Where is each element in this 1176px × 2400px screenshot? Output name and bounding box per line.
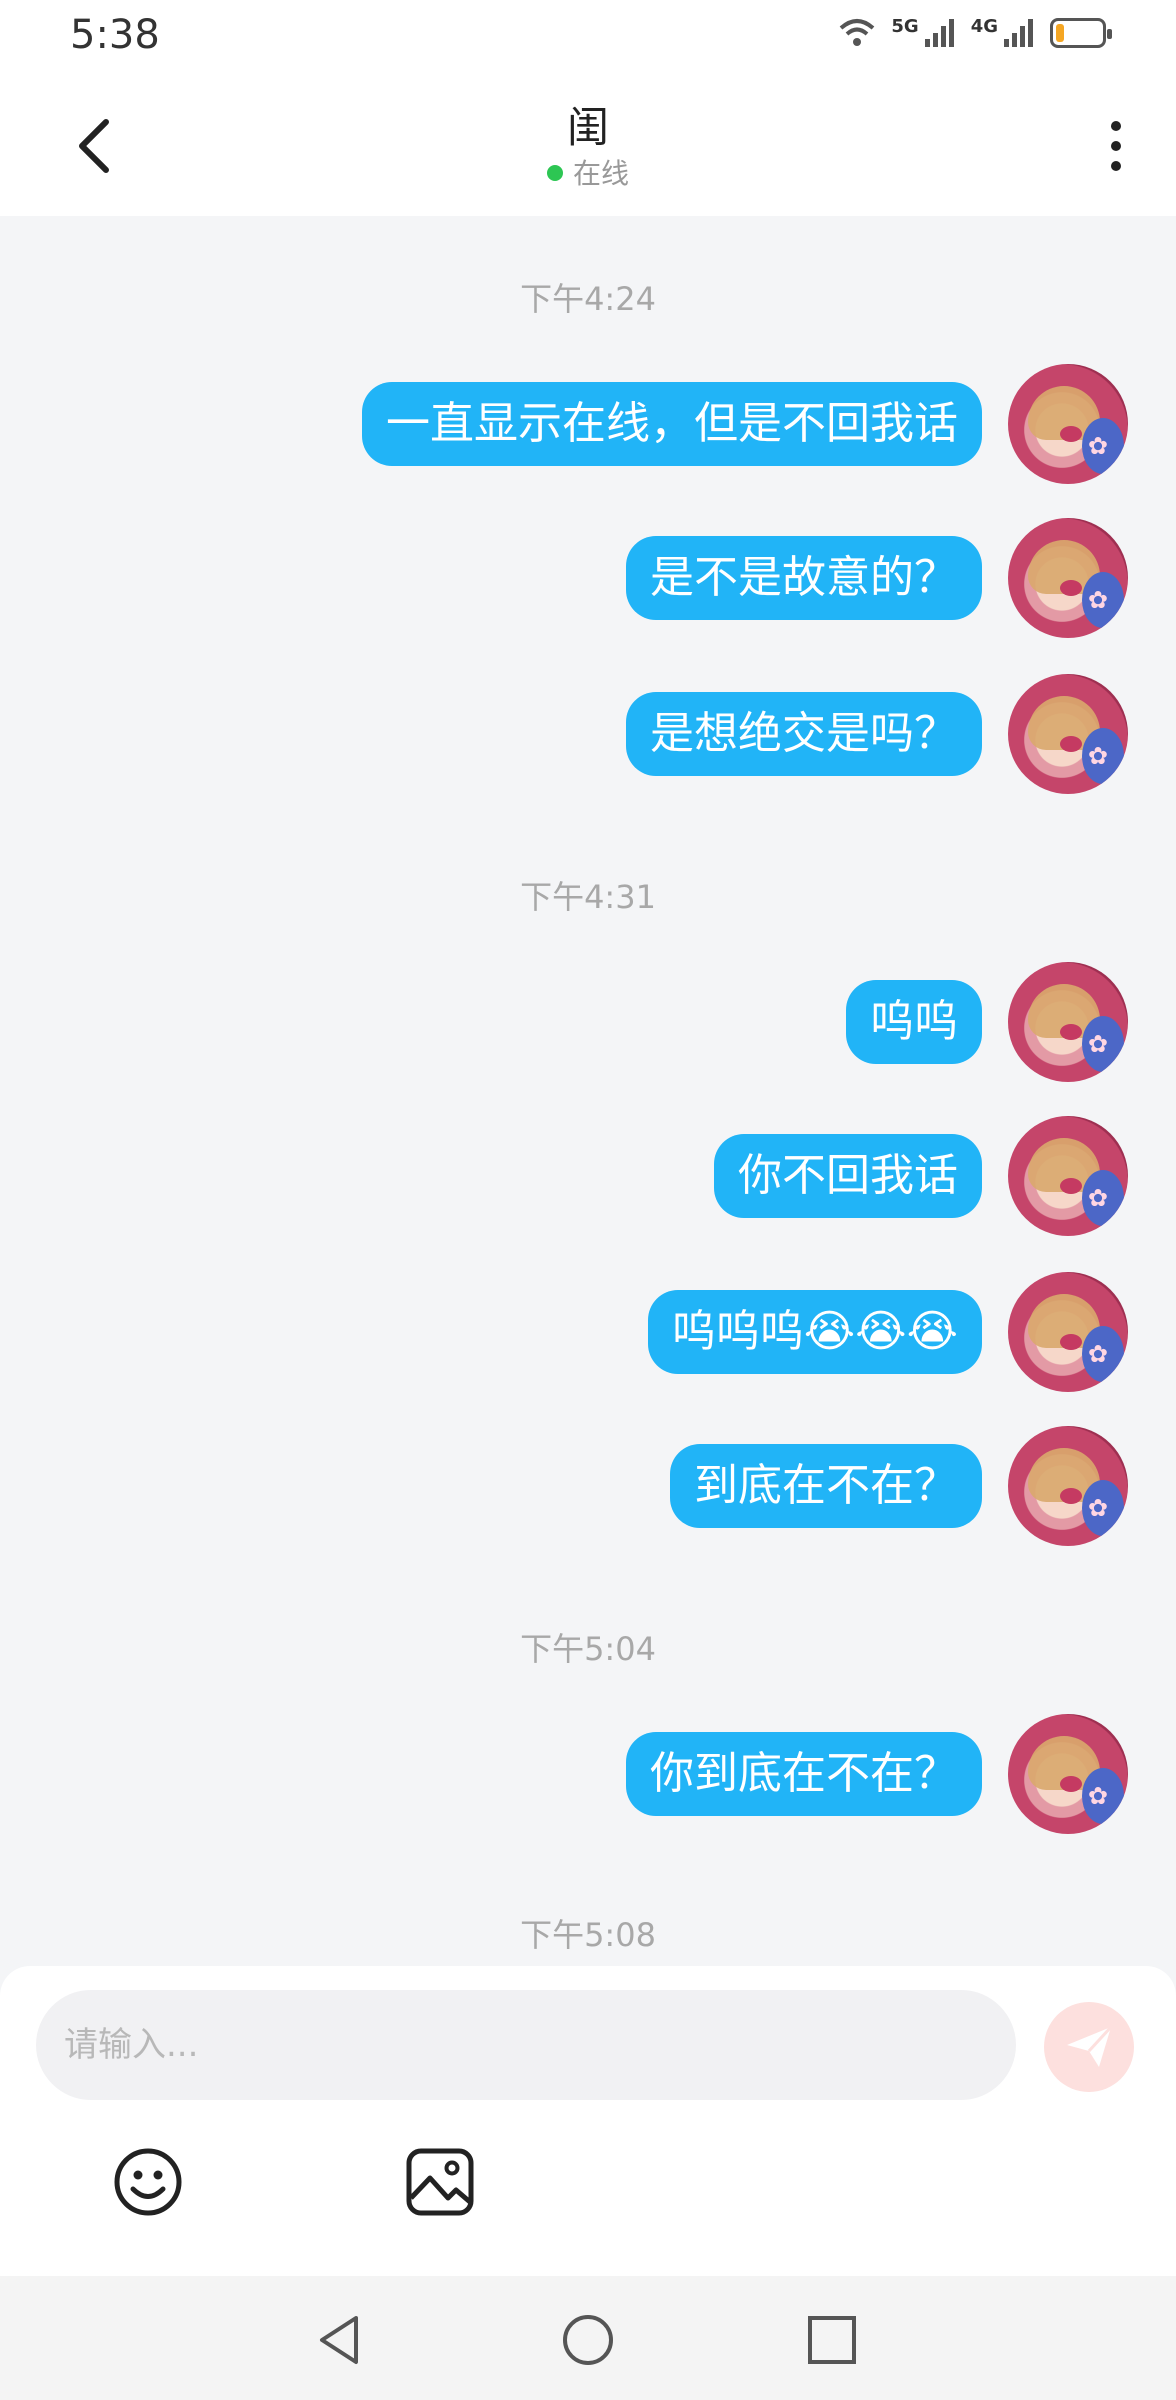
message-bubble[interactable]: 你到底在不在？ [626,1732,982,1816]
paper-plane-icon [1067,2025,1113,2067]
message-bubble[interactable]: 是想绝交是吗？ [626,692,982,776]
timestamp: 下午4:31 [520,878,656,916]
battery-fill [1056,24,1064,42]
back-triangle-icon[interactable] [310,2310,370,2370]
network-type-label: 5G [891,16,919,37]
message-input[interactable] [36,1990,1016,2100]
home-circle-icon[interactable] [558,2310,618,2370]
timestamp: 下午5:04 [520,1630,656,1668]
message-bubble[interactable]: 你不回我话 [714,1134,982,1218]
signal-icon [924,19,954,47]
message-list[interactable]: 下午4:24 一直显示在线，但是不回我话 ✿ 是不是故意的？ ✿ 是想绝交是吗？… [0,216,1176,1966]
avatar[interactable]: ✿ [1008,1272,1128,1392]
battery-icon [1050,18,1112,48]
online-dot-icon [546,165,563,181]
chat-header: 闺 在线 [0,72,1176,216]
status-bar: 5:38 5G 4G [0,0,1176,72]
message-bubble[interactable]: 是不是故意的？ [626,536,982,620]
message-row: 你到底在不在？ ✿ [626,1714,1128,1834]
message-row: 呜呜 ✿ [846,962,1128,1082]
message-bubble[interactable]: 呜呜 [846,980,982,1064]
presence-label: 在线 [572,157,629,190]
smiley-icon[interactable] [112,2146,184,2218]
presence-status: 在线 [0,152,1176,192]
message-row: 是想绝交是吗？ ✿ [626,674,1128,794]
message-row: 你不回我话 ✿ [714,1116,1128,1236]
wifi-icon [840,19,875,46]
vertical-dots-icon[interactable] [1096,114,1136,178]
avatar[interactable]: ✿ [1008,364,1128,484]
avatar[interactable]: ✿ [1008,962,1128,1082]
status-time: 5:38 [70,12,160,58]
avatar[interactable]: ✿ [1008,1116,1128,1236]
contact-name: 闺 [566,103,609,152]
image-icon[interactable] [404,2146,476,2218]
timestamp: 下午4:24 [520,280,656,318]
signal-icon-2 [1004,19,1033,47]
message-row: 呜呜呜😭😭😭 ✿ [647,1272,1128,1392]
send-button[interactable] [1044,2002,1134,2092]
avatar[interactable]: ✿ [1008,674,1128,794]
network-type-label-2: 4G [970,16,998,37]
message-bubble[interactable]: 一直显示在线，但是不回我话 [362,382,982,466]
recents-square-icon[interactable] [802,2310,862,2370]
message-row: 到底在不在？ ✿ [670,1426,1128,1546]
avatar[interactable]: ✿ [1008,518,1128,638]
message-row: 是不是故意的？ ✿ [626,518,1128,638]
avatar[interactable]: ✿ [1008,1714,1128,1834]
message-composer [0,1966,1176,2276]
message-bubble[interactable]: 呜呜呜😭😭😭 [647,1290,982,1374]
status-icons: 5G 4G [837,16,1112,50]
system-nav-bar [0,2276,1176,2400]
avatar[interactable]: ✿ [1008,1426,1128,1546]
message-row: 一直显示在线，但是不回我话 ✿ [362,364,1128,484]
message-bubble[interactable]: 到底在不在？ [670,1444,982,1528]
timestamp: 下午5:08 [520,1916,656,1954]
